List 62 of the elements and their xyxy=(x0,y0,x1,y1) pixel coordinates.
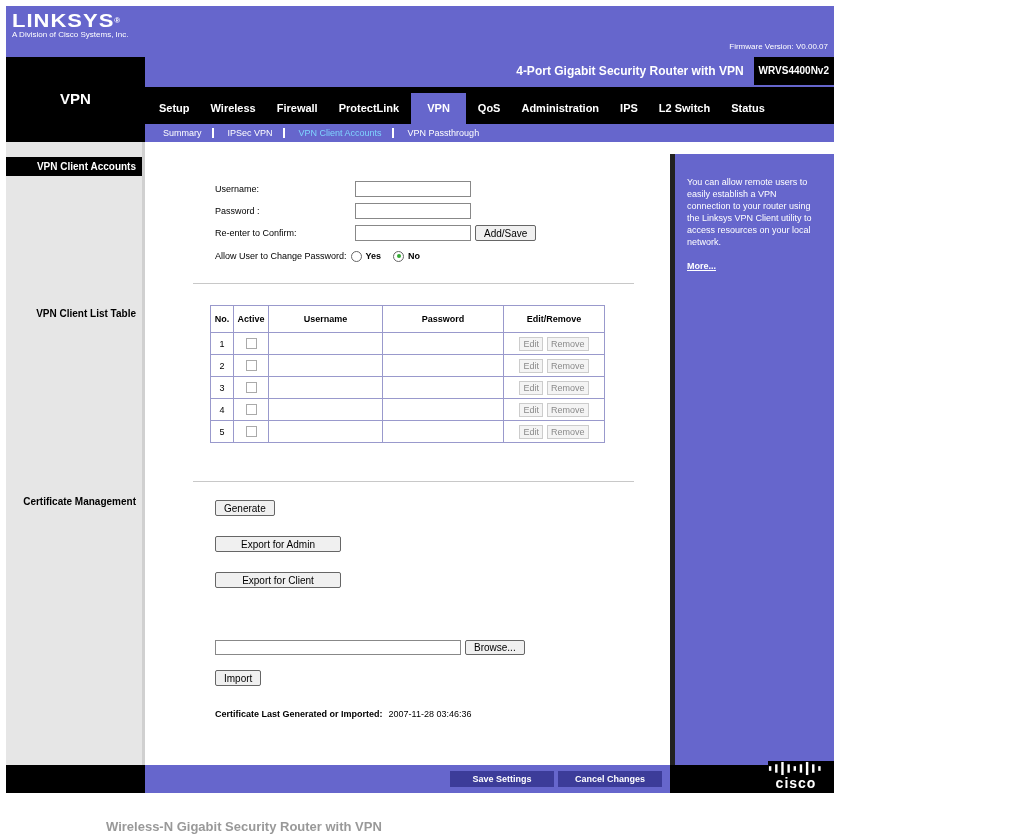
section-label: VPN Client List Table xyxy=(35,308,137,319)
footer-button[interactable]: Save Settings xyxy=(450,771,554,787)
checkbox[interactable] xyxy=(245,338,257,350)
import-button[interactable]: Import xyxy=(215,670,262,686)
subtab-link[interactable]: VPN Passthrough xyxy=(407,128,490,138)
logo: LINKSYS$^{®}$ xyxy=(12,13,122,31)
column-header: Active xyxy=(233,305,269,333)
table-cell: 4 xyxy=(210,398,234,421)
certificate-button[interactable]: Generate xyxy=(215,500,275,516)
table-cell: 5 xyxy=(210,420,234,443)
file-path-field[interactable] xyxy=(215,640,461,655)
radio-label: Yes xyxy=(365,251,382,261)
field-label: Username: xyxy=(215,184,260,194)
checkbox[interactable] xyxy=(245,382,257,394)
browse-button[interactable]: Browse... xyxy=(465,640,525,655)
nav-tab[interactable]: Administration xyxy=(512,93,609,124)
column-header: Username xyxy=(268,305,383,333)
certificate-button[interactable]: Export for Admin xyxy=(215,536,341,552)
product-name: 4-Port Gigabit Security Router with VPN xyxy=(516,64,745,78)
checkbox[interactable] xyxy=(245,404,257,416)
nav-tab[interactable]: Status xyxy=(722,93,774,124)
checkbox[interactable] xyxy=(245,360,257,372)
certificate-button[interactable]: Export for Client xyxy=(215,572,341,588)
section-title: VPN xyxy=(60,90,91,108)
field-label: Certificate Last Generated or Imported: xyxy=(215,709,383,719)
nav-tab[interactable]: Firewall xyxy=(267,93,327,124)
nav-tab[interactable]: L2 Switch xyxy=(649,93,720,124)
subtab-link[interactable]: IPSec VPN xyxy=(227,128,283,138)
section-label: Certificate Management xyxy=(22,496,137,507)
add-save-button[interactable]: Add/Save xyxy=(475,225,537,241)
help-text: You can allow remote users to easily establish a VPN connection to your router using the Linksys VPN Client utility to access resources on your local network. xyxy=(687,176,813,248)
column-header: Edit/Remove xyxy=(503,305,605,333)
input-field[interactable] xyxy=(355,203,471,219)
nav-tab[interactable]: ProtectLink xyxy=(329,93,409,124)
input-field[interactable] xyxy=(355,181,471,197)
nav-tab[interactable]: IPS xyxy=(611,93,647,124)
field-label: Re-enter to Confirm: xyxy=(215,228,298,238)
nav-tab[interactable]: QoS xyxy=(468,93,510,124)
radio-label: No xyxy=(408,251,421,261)
tagline: A Division of Cisco Systems, Inc. xyxy=(12,30,129,39)
bars-icon xyxy=(768,761,824,776)
checkbox[interactable] xyxy=(245,426,257,438)
cisco-wordmark: cisco xyxy=(775,776,817,791)
section-label: VPN Client Accounts xyxy=(36,161,136,172)
column-header: Password xyxy=(382,305,504,333)
input-field[interactable] xyxy=(355,225,471,241)
footer-button[interactable]: Cancel Changes xyxy=(558,771,662,787)
model-label: WRVS4400Nv2 xyxy=(753,57,834,85)
field-label: Allow User to Change Password: xyxy=(215,251,347,261)
caption: Wireless-N Gigabit Security Router with VPN xyxy=(106,819,383,834)
nav-tab[interactable]: Setup xyxy=(150,93,199,124)
subtab-link[interactable]: Summary xyxy=(163,128,212,138)
table-cell: 3 xyxy=(210,376,234,399)
nav-tab[interactable]: Wireless xyxy=(201,93,265,124)
table-cell: 1 xyxy=(210,332,234,355)
column-header: No. xyxy=(210,305,234,333)
table-cell: 2 xyxy=(210,354,234,377)
firmware-version: Firmware Version: V0.00.07 xyxy=(729,42,829,53)
timestamp: 2007-11-28 03:46:36 xyxy=(388,709,472,719)
nav-tab[interactable]: VPN xyxy=(411,93,466,124)
field-label: Password : xyxy=(215,206,261,216)
more-link[interactable]: More... xyxy=(687,261,716,271)
